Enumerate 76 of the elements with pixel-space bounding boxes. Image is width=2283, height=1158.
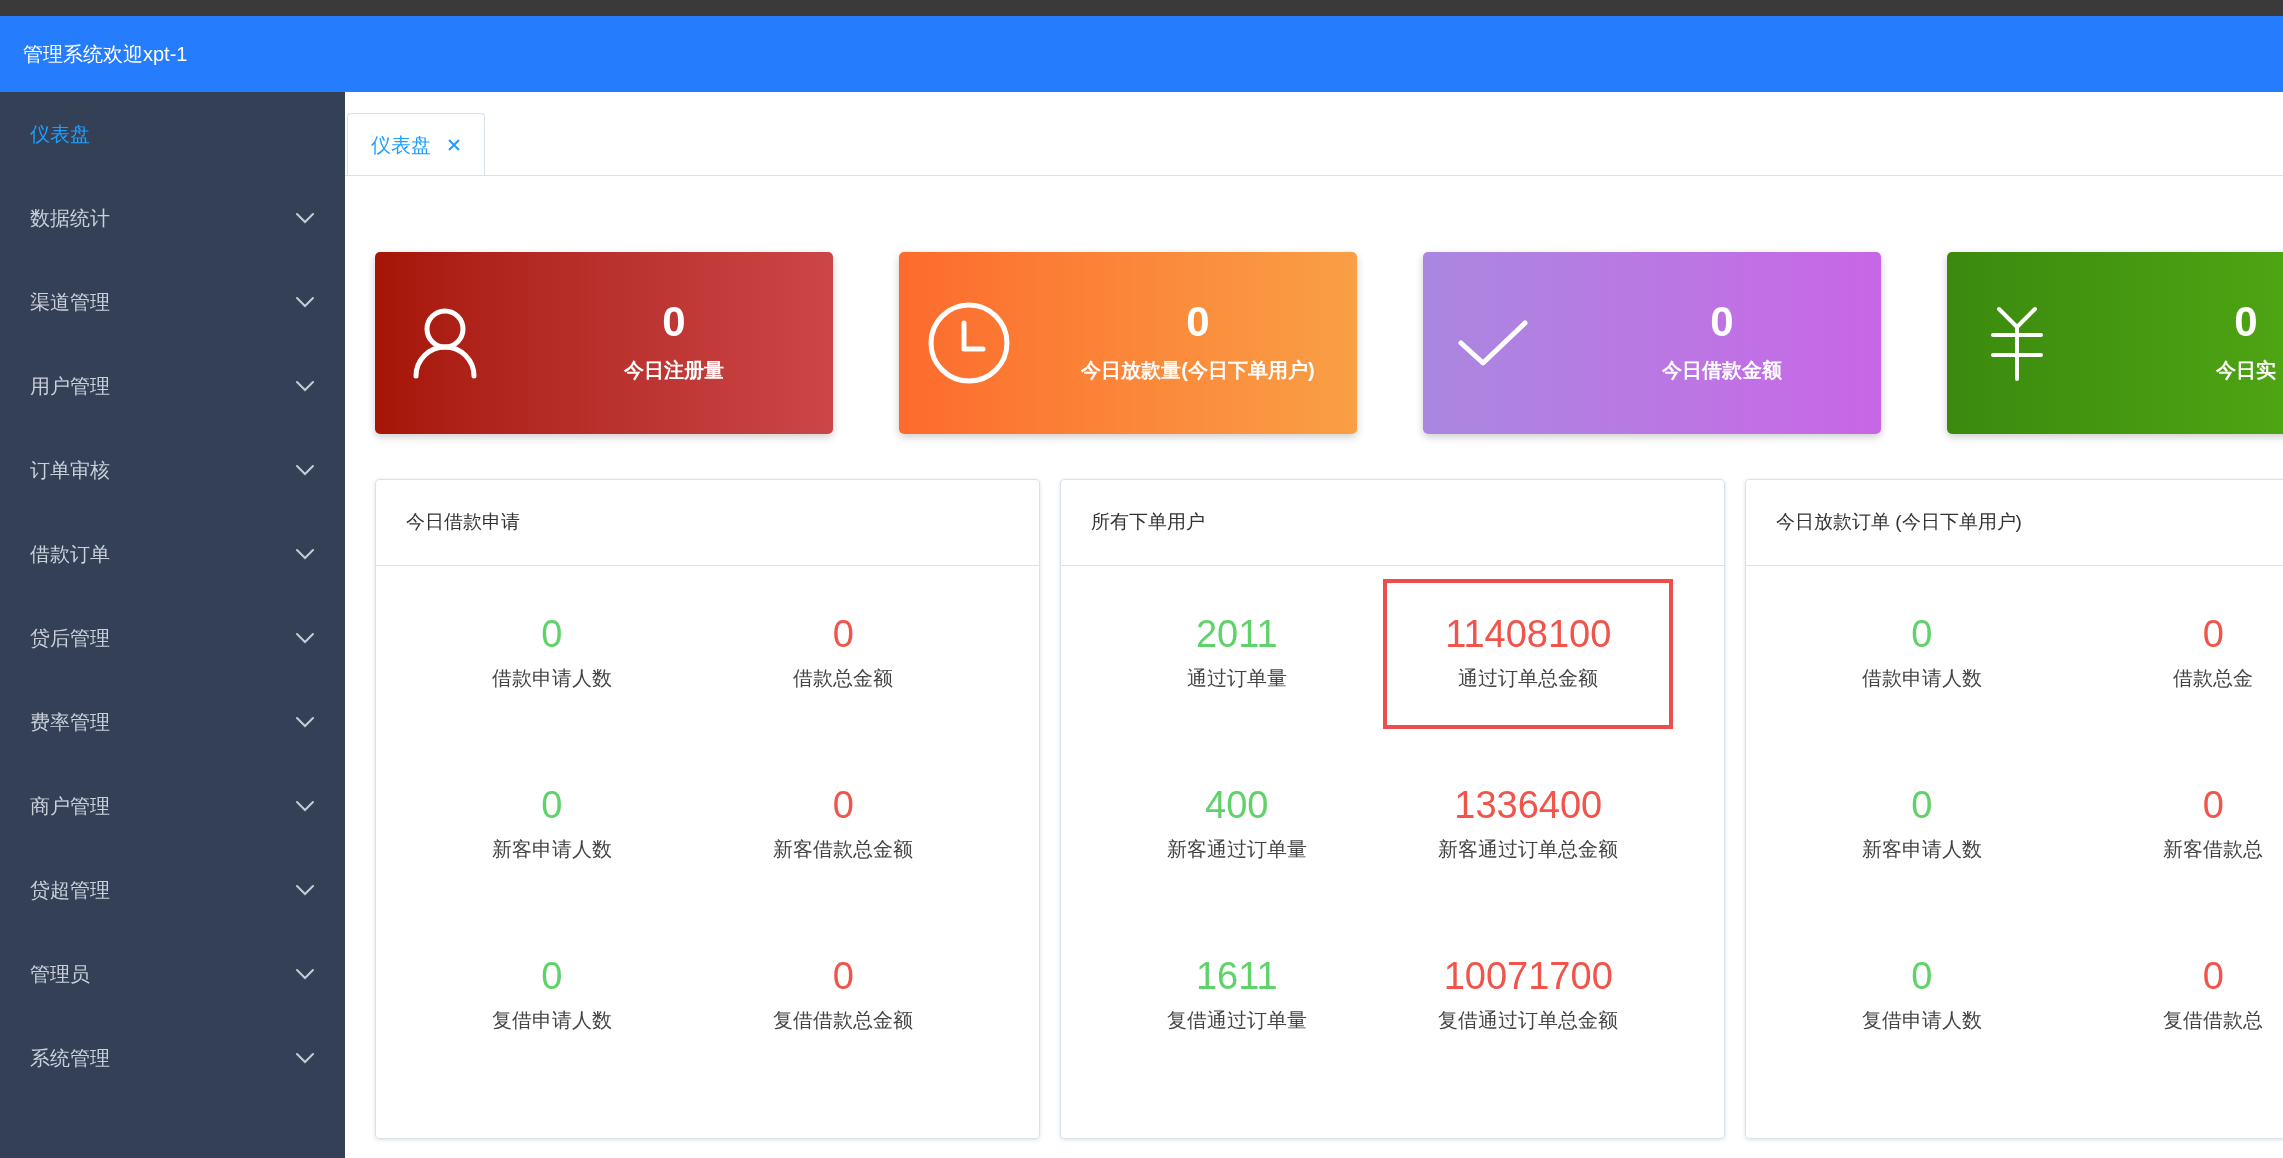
panel-title: 所有下单用户: [1091, 510, 1205, 535]
chevron-down-icon: [295, 800, 315, 812]
yen-icon: [1989, 305, 2045, 381]
stat-number: 0: [1911, 785, 1933, 824]
stat-caption: 新客申请人数: [1861, 836, 1982, 862]
stat-caption: 通过订单总金额: [1458, 665, 1599, 691]
stat-caption: 借款总金: [2173, 665, 2254, 691]
stat-caption: 新客借款总金额: [773, 836, 914, 862]
stat-caption: 复借通过订单量: [1166, 1007, 1307, 1033]
sidebar-item[interactable]: 商户管理: [0, 764, 345, 848]
chevron-down-icon: [295, 716, 315, 728]
stat-value: 0: [662, 301, 686, 343]
stat-value: 0: [1710, 301, 1734, 343]
panel-title: 今日放款订单 (今日下单用户): [1776, 510, 2022, 535]
stat-number: 1611: [1195, 956, 1278, 995]
stat-number: 0: [2202, 956, 2224, 995]
chevron-down-icon: [295, 380, 315, 392]
chevron-down-icon: [295, 632, 315, 644]
clock-icon: [927, 301, 1011, 385]
stat-caption: 复借申请人数: [491, 1007, 612, 1033]
sidebar-item[interactable]: 订单审核: [0, 428, 345, 512]
stat-label: 今日注册量: [624, 358, 724, 383]
chevron-down-icon: [295, 884, 315, 896]
stat-caption: 借款申请人数: [1861, 665, 1982, 691]
stat-caption: 新客通过订单量: [1166, 836, 1307, 862]
stat-label: 今日实: [2216, 358, 2276, 383]
stat-caption: 复借借款总: [2163, 1007, 2264, 1033]
sidebar-item[interactable]: 渠道管理: [0, 260, 345, 344]
stat-number: 1336400: [1454, 785, 1603, 824]
app-title: 管理系统欢迎xpt-1: [23, 42, 188, 67]
stat-number: 0: [541, 614, 563, 653]
stat-number: 0: [2202, 785, 2224, 824]
chevron-down-icon: [295, 296, 315, 308]
stat-number: 0: [541, 785, 563, 824]
sidebar-item[interactable]: 管理员: [0, 932, 345, 1016]
stat-number: 0: [2202, 614, 2224, 653]
stat-number: 400: [1205, 785, 1269, 824]
sidebar-item[interactable]: 系统管理: [0, 1016, 345, 1100]
stat-caption: 复借借款总金额: [773, 1007, 914, 1033]
stat-number: 0: [832, 614, 854, 653]
stat-caption: 借款总金额: [793, 665, 894, 691]
sidebar-item[interactable]: 用户管理: [0, 344, 345, 428]
stat-number: 10071700: [1443, 956, 1613, 995]
sidebar-item[interactable]: 仪表盘: [0, 92, 345, 176]
stat-number: 2011: [1195, 614, 1278, 653]
sidebar-item[interactable]: 借款订单: [0, 512, 345, 596]
stat-number: 0: [541, 956, 563, 995]
sidebar-item[interactable]: 费率管理: [0, 680, 345, 764]
chevron-down-icon: [295, 1052, 315, 1064]
chevron-down-icon: [295, 548, 315, 560]
stat-number: 0: [1911, 956, 1933, 995]
close-icon[interactable]: [447, 137, 461, 152]
stat-value: 0: [2234, 301, 2258, 343]
stat-caption: 新客借款总: [2163, 836, 2264, 862]
chevron-down-icon: [295, 212, 315, 224]
chevron-down-icon: [295, 464, 315, 476]
check-icon: [1457, 319, 1529, 367]
chevron-down-icon: [295, 968, 315, 980]
stat-number: 0: [832, 956, 854, 995]
user-icon: [412, 307, 478, 379]
stat-caption: 复借通过订单总金额: [1438, 1007, 1619, 1033]
sidebar-item[interactable]: 贷后管理: [0, 596, 345, 680]
stat-caption: 复借申请人数: [1861, 1007, 1982, 1033]
stat-label: 今日借款金额: [1662, 358, 1782, 383]
stat-number: 0: [832, 785, 854, 824]
stat-value: 0: [1186, 301, 1210, 343]
sidebar-item[interactable]: 贷超管理: [0, 848, 345, 932]
stat-caption: 新客通过订单总金额: [1438, 836, 1619, 862]
panel-title: 今日借款申请: [406, 510, 520, 535]
stat-caption: 借款申请人数: [491, 665, 612, 691]
stat-number: 11408100: [1445, 614, 1612, 653]
stat-label: 今日放款量(今日下单用户): [1081, 358, 1315, 383]
sidebar-item[interactable]: 数据统计: [0, 176, 345, 260]
stat-caption: 新客申请人数: [491, 836, 612, 862]
stat-caption: 通过订单量: [1186, 665, 1287, 691]
stat-number: 0: [1911, 614, 1933, 653]
